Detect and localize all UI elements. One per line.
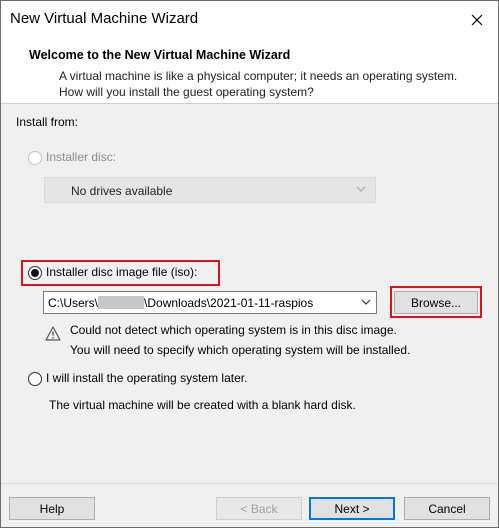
window-title: New Virtual Machine Wizard [10,10,199,27]
install-later-note: The virtual machine will be created with… [49,398,356,412]
chevron-down-icon [356,186,366,192]
browse-button[interactable]: Browse... [394,291,478,314]
iso-path-suffix: \Downloads\2021-01-11-raspios [144,296,314,310]
install-from-label: Install from: [16,115,79,129]
installer-disc-radio[interactable] [28,151,42,165]
warning-line-2: You will need to specify which operating… [70,343,411,357]
iso-path-value: C:\Users\ \Downloads\2021-01-11-raspios [48,296,356,310]
chevron-down-icon [361,299,371,305]
header-description: A virtual machine is like a physical com… [59,69,458,99]
help-button[interactable]: Help [9,497,95,520]
installer-disc-label: Installer disc: [46,150,117,164]
install-later-label: I will install the operating system late… [46,371,248,385]
footer-divider [1,483,498,484]
warning-line-1: Could not detect which operating system … [70,323,397,337]
warning-icon [45,326,61,341]
iso-image-label: Installer disc image file (iso): [46,265,198,279]
cancel-button[interactable]: Cancel [404,497,490,520]
install-later-radio[interactable] [28,372,42,386]
iso-path-combobox[interactable]: C:\Users\ \Downloads\2021-01-11-raspios [43,291,377,314]
title-bar: New Virtual Machine Wizard [1,1,498,39]
disc-drive-value: No drives available [71,184,173,198]
next-button[interactable]: Next > [309,497,395,520]
iso-image-radio[interactable] [28,266,42,280]
wizard-header: Welcome to the New Virtual Machine Wizar… [1,39,498,104]
disc-drive-select[interactable]: No drives available [44,177,376,203]
close-button[interactable] [464,7,490,33]
header-title: Welcome to the New Virtual Machine Wizar… [29,48,291,62]
iso-path-prefix: C:\Users\ [48,296,99,310]
close-icon [471,14,483,26]
wizard-window: New Virtual Machine Wizard Welcome to th… [0,0,499,528]
back-button[interactable]: < Back [216,497,302,520]
redacted-username [98,296,145,309]
